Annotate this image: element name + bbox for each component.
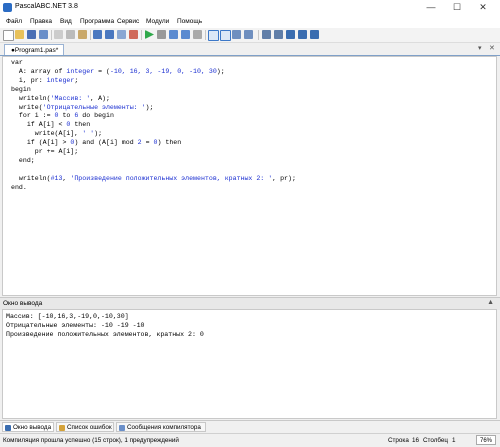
code-line: i, pr: integer; [11, 76, 79, 84]
menu-program[interactable]: Программа [80, 18, 114, 25]
code-line: write('Отрицательные элементы: '); [11, 103, 154, 111]
code-line: pr += A[i]; [11, 148, 79, 156]
tab-output-window[interactable]: Окно вывода [2, 422, 54, 432]
close-icon[interactable]: ✕ [472, 1, 494, 14]
layout-left-icon[interactable] [208, 30, 219, 41]
maximize-icon[interactable]: ☐ [446, 1, 468, 14]
menu-modules[interactable]: Модули [146, 18, 169, 25]
tool-2-icon[interactable] [274, 30, 283, 39]
zoom-level[interactable]: 76% [476, 435, 496, 445]
step-into-icon[interactable] [169, 30, 178, 39]
minimize-icon[interactable]: — [420, 1, 442, 14]
output-line: Произведение положительных элементов, кр… [6, 331, 204, 338]
code-text: var A: array of integer = (-10, 16, 3, -… [11, 59, 296, 193]
line-label: Строка [388, 437, 409, 444]
error-list-icon [59, 425, 65, 431]
code-editor[interactable]: var A: array of integer = (-10, 16, 3, -… [2, 56, 497, 296]
compiler-messages-icon [119, 425, 125, 431]
save-icon[interactable] [27, 30, 36, 39]
tab-label: Сообщения компилятора [127, 424, 201, 431]
stop-icon[interactable] [157, 30, 166, 39]
tab-label: Список ошибок [67, 424, 112, 431]
status-message: Компиляция прошла успешно (15 строк), 1 … [3, 437, 179, 444]
output-line: Отрицательные элементы: -10 -19 -10 [6, 322, 145, 329]
paste-icon[interactable] [78, 30, 87, 39]
app-icon [3, 3, 12, 12]
output-line: Массив: [-10,16,3,-19,0,-10,30] [6, 313, 129, 320]
code-line: end; [11, 156, 35, 164]
output-panel-title: Окно вывода [3, 300, 43, 307]
tab-close-icon[interactable]: ✕ [489, 44, 495, 52]
redo-icon[interactable] [105, 30, 114, 39]
output-window[interactable]: Массив: [-10,16,3,-19,0,-10,30] Отрицате… [2, 309, 497, 419]
tab-label: Окно вывода [13, 424, 52, 431]
run-icon[interactable] [145, 30, 154, 39]
copy-icon[interactable] [66, 30, 75, 39]
build-icon[interactable] [129, 30, 138, 39]
tab-error-list[interactable]: Список ошибок [56, 422, 114, 432]
column-label: Столбец [423, 437, 449, 444]
open-folder-icon[interactable] [15, 30, 24, 39]
toolbar [0, 28, 500, 43]
menu-help[interactable]: Помощь [177, 18, 202, 25]
new-file-icon[interactable] [3, 30, 14, 41]
cut-icon[interactable] [54, 30, 63, 39]
split-window-icon[interactable] [244, 30, 253, 39]
tool-4-icon[interactable] [298, 30, 307, 39]
output-icon [5, 425, 11, 431]
chevron-down-icon[interactable]: ▾ [478, 44, 482, 52]
code-line: end. [11, 183, 27, 191]
tab-compiler-messages[interactable]: Сообщения компилятора [116, 422, 206, 432]
code-line: if (A[i] > 0) and (A[i] mod 2 = 0) then [11, 139, 182, 147]
pin-icon[interactable]: ▲ [487, 299, 494, 306]
code-line: A: array of integer = (-10, 16, 3, -19, … [11, 67, 225, 75]
code-line: writeln(#13, 'Произведение положительных… [11, 174, 296, 182]
window-title: PascalABC.NET 3.8 [15, 3, 78, 10]
editor-tabstrip: ●Program1.pas* ▾ ✕ [0, 43, 500, 56]
code-line: var [11, 59, 23, 66]
step-over-icon[interactable] [181, 30, 190, 39]
menu-file[interactable]: Файл [6, 18, 22, 25]
debug-stop-icon[interactable] [193, 30, 202, 39]
indent-icon[interactable] [117, 30, 126, 39]
tab-program1[interactable]: ●Program1.pas* [4, 44, 64, 55]
tool-3-icon[interactable] [286, 30, 295, 39]
code-line: write(A[i], ' '); [11, 130, 103, 138]
line-value: 16 [412, 437, 420, 444]
menu-bar: Файл Правка Вид Программа Сервис Модули … [0, 16, 500, 28]
output-window-icon[interactable] [232, 30, 241, 39]
tool-1-icon[interactable] [262, 30, 271, 39]
status-bar: Компиляция прошла успешно (15 строк), 1 … [0, 433, 500, 447]
code-line: for i := 0 to 6 do begin [11, 112, 114, 120]
undo-icon[interactable] [93, 30, 102, 39]
tool-5-icon[interactable] [310, 30, 319, 39]
menu-view[interactable]: Вид [60, 18, 72, 25]
code-line: writeln('Массив: ', A); [11, 94, 110, 102]
code-line: if A[i] < 0 then [11, 121, 91, 129]
title-bar: PascalABC.NET 3.8 — ☐ ✕ [0, 0, 500, 17]
layout-right-icon[interactable] [220, 30, 231, 41]
code-line: begin [11, 85, 31, 93]
bottom-tabs: Окно вывода Список ошибок Сообщения комп… [0, 420, 500, 433]
menu-edit[interactable]: Правка [30, 18, 52, 25]
menu-service[interactable]: Сервис [117, 18, 139, 25]
save-all-icon[interactable] [39, 30, 48, 39]
column-value: 1 [452, 437, 456, 444]
